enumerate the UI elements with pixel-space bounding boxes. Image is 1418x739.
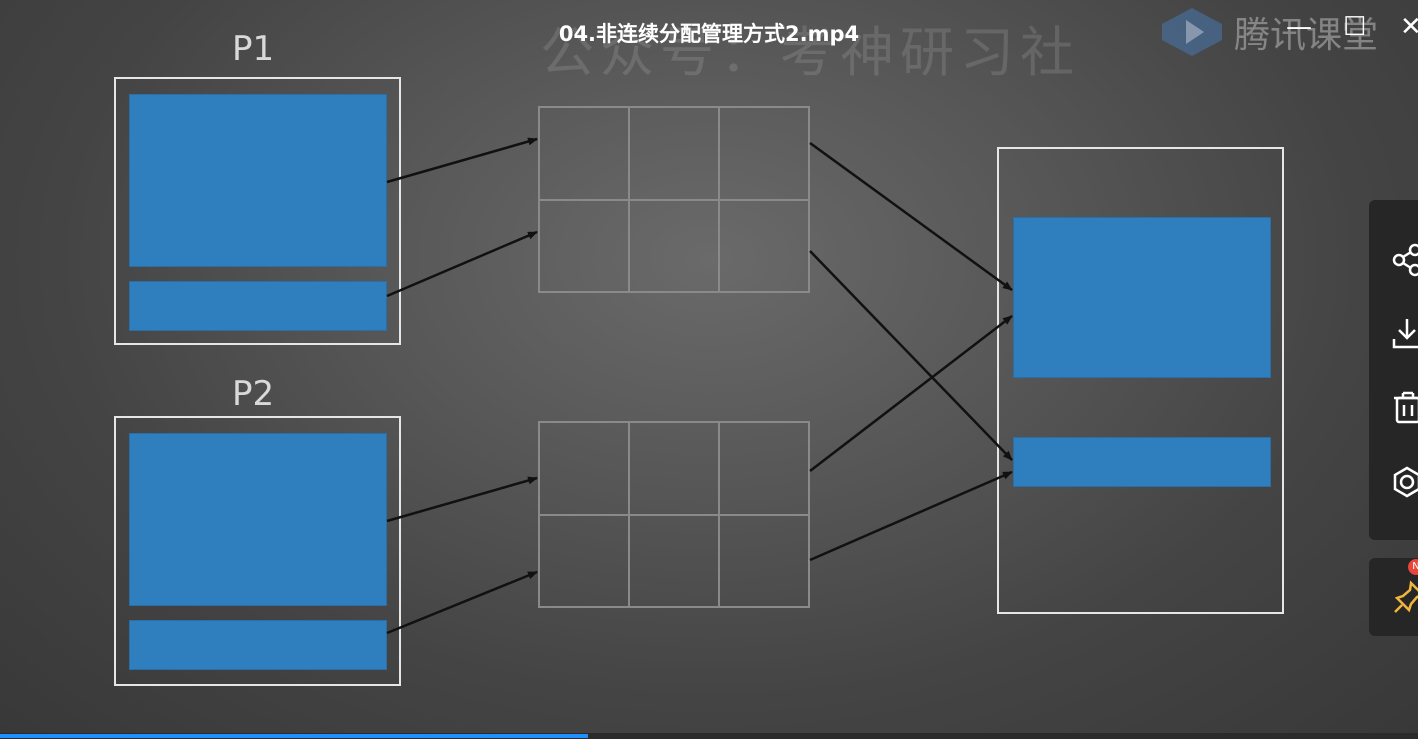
mapping-arrows: [386, 137, 1013, 635]
share-icon[interactable]: [1391, 242, 1418, 278]
arrow-p1-code-to-table: [386, 137, 538, 184]
delete-icon[interactable]: [1391, 390, 1418, 426]
arrow-table2-to-memory-small: [809, 470, 1013, 562]
arrow-p2-data-to-table: [386, 570, 538, 635]
pin-icon[interactable]: [1393, 580, 1418, 618]
arrow-table1-to-memory-large: [809, 141, 1013, 292]
arrow-table2-to-memory-large: [809, 315, 1013, 472]
arrow-table1-to-memory-small: [809, 250, 1013, 461]
download-icon[interactable]: [1391, 315, 1418, 351]
arrow-p1-data-to-table: [386, 230, 538, 298]
side-toolbar: [1369, 200, 1418, 540]
progress-fill: [0, 734, 589, 738]
arrow-p2-code-to-table: [386, 476, 538, 523]
settings-icon[interactable]: [1391, 465, 1418, 501]
pin-badge: N: [1408, 559, 1418, 575]
